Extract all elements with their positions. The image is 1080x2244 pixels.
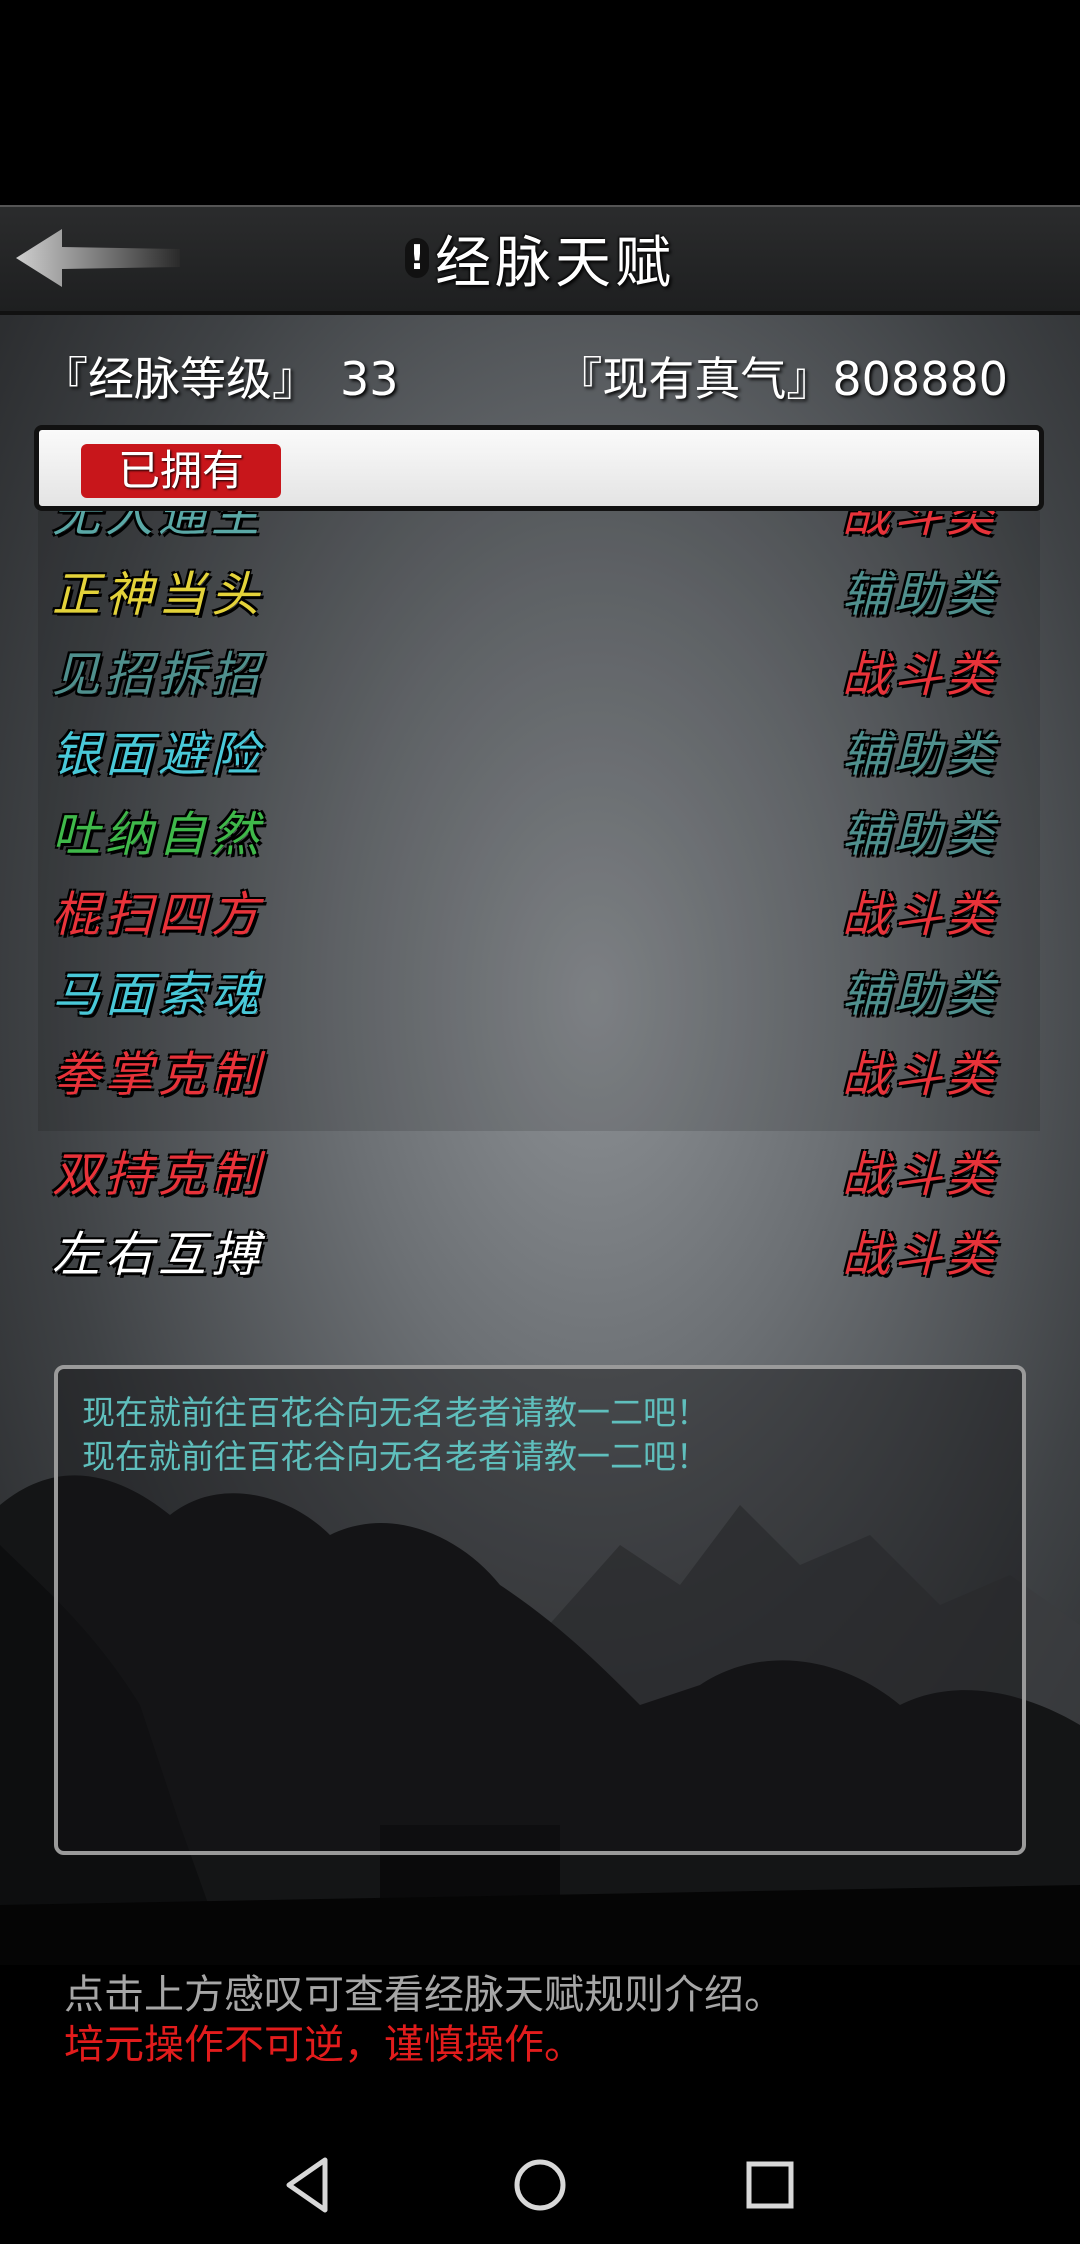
talent-type: 战斗类	[841, 511, 998, 543]
warning-hint: 培元操作不可逆，谨慎操作。	[64, 2022, 584, 2068]
hint-area: 点击上方感叹可查看经脉天赋规则介绍。 培元操作不可逆，谨慎操作。	[0, 1930, 1080, 2080]
game-screen: ! 经脉天赋 『经脉等级』 33 『现有真气』808880 已拥有 无人通生 战斗…	[0, 205, 1080, 1965]
tab-bar: 已拥有	[34, 425, 1044, 511]
list-item[interactable]: 双持克制 战斗类	[38, 1127, 1040, 1207]
message-line: 现在就前往百花谷向无名老者请教一二吧！	[82, 1393, 709, 1432]
talent-name: 正神当头	[52, 567, 265, 623]
status-bar	[0, 0, 1080, 205]
meridian-level-value: 33	[340, 352, 399, 406]
page-title: 经脉天赋	[435, 230, 675, 296]
list-item[interactable]: 棍扫四方 战斗类	[38, 867, 1040, 947]
current-qi-value: 808880	[832, 352, 1008, 406]
list-item[interactable]: 拳掌克制 战斗类	[38, 1027, 1040, 1107]
talent-name: 棍扫四方	[52, 887, 265, 943]
list-item[interactable]: 马面索魂 辅助类	[38, 947, 1040, 1027]
list-item[interactable]: 正神当头 辅助类	[38, 547, 1040, 627]
talent-type: 战斗类	[841, 1147, 998, 1203]
talent-type: 辅助类	[841, 967, 998, 1023]
meridian-level: 『经脉等级』 33	[42, 343, 399, 409]
tab-owned[interactable]: 已拥有	[81, 444, 281, 498]
system-nav-bar	[0, 2120, 1080, 2244]
talent-type: 辅助类	[841, 807, 998, 863]
list-item[interactable]: 吐纳自然 辅助类	[38, 787, 1040, 867]
talent-name: 银面避险	[52, 727, 265, 783]
talent-name: 吐纳自然	[52, 807, 265, 863]
square-recent-icon[interactable]	[735, 2150, 805, 2220]
talent-type: 战斗类	[841, 887, 998, 943]
talent-type: 辅助类	[841, 567, 998, 623]
talent-name: 见招拆招	[52, 647, 265, 703]
talent-type: 战斗类	[841, 647, 998, 703]
list-item[interactable]: 银面避险 辅助类	[38, 707, 1040, 787]
list-item[interactable]: 无人通生 战斗类	[38, 511, 1040, 547]
info-exclamation-icon[interactable]: !	[405, 238, 429, 278]
talent-type: 战斗类	[841, 1047, 998, 1103]
list-item[interactable]: 见招拆招 战斗类	[38, 627, 1040, 707]
message-line: 现在就前往百花谷向无名老者请教一二吧！	[82, 1437, 709, 1476]
triangle-back-icon[interactable]	[275, 2150, 345, 2220]
talent-type: 辅助类	[841, 727, 998, 783]
talent-name: 双持克制	[52, 1147, 265, 1203]
talent-type: 战斗类	[841, 1227, 998, 1283]
meridian-level-label: 『经脉等级』	[42, 352, 318, 406]
current-qi-label: 『现有真气』	[556, 352, 833, 406]
list-item[interactable]: 左右互搏 战斗类	[38, 1207, 1040, 1287]
title-group: ! 经脉天赋	[0, 205, 1080, 311]
talent-list[interactable]: 无人通生 战斗类 正神当头 辅助类 见招拆招 战斗类 银面避险 辅助类 吐纳自然…	[38, 511, 1040, 1131]
talent-name: 拳掌克制	[52, 1047, 265, 1103]
talent-name: 左右互搏	[52, 1227, 265, 1283]
current-qi: 『现有真气』808880	[556, 343, 1008, 409]
title-bar: ! 经脉天赋	[0, 205, 1080, 315]
circle-home-icon[interactable]	[505, 2150, 575, 2220]
talent-name: 无人通生	[52, 511, 265, 543]
message-log: 现在就前往百花谷向无名老者请教一二吧！ 现在就前往百花谷向无名老者请教一二吧！	[54, 1365, 1026, 1855]
talent-name: 马面索魂	[52, 967, 265, 1023]
